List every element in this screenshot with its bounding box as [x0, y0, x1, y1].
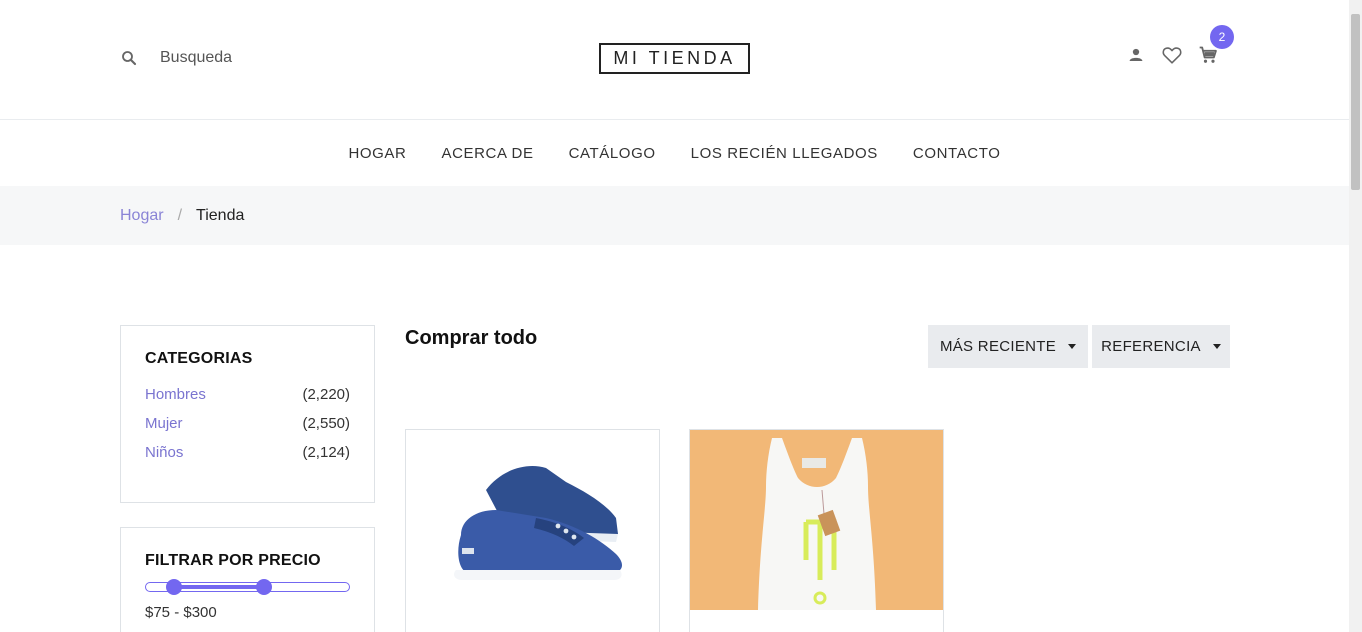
caret-down-icon — [1068, 344, 1077, 349]
nav-item-acerca-de[interactable]: ACERCA DE — [441, 145, 533, 162]
site-logo[interactable]: MI TIENDA — [599, 43, 750, 74]
user-icon[interactable] — [1125, 44, 1147, 66]
price-max-handle[interactable] — [255, 579, 272, 595]
page-title: Comprar todo — [405, 327, 538, 349]
page-scrollbar[interactable] — [1349, 0, 1362, 632]
cart-count-badge[interactable]: 2 — [1210, 25, 1234, 49]
category-link-hombres[interactable]: Hombres — [145, 386, 206, 403]
categories-panel: CATEGORIAS Hombres (2,220) Mujer (2,550)… — [120, 325, 375, 503]
product-card[interactable] — [689, 429, 944, 632]
sort-reference-dropdown[interactable]: REFERENCIA — [1092, 325, 1230, 368]
category-count: (2,550) — [302, 415, 350, 432]
category-count: (2,220) — [302, 386, 350, 403]
site-header: MI TIENDA 2 — [0, 0, 1349, 120]
category-count: (2,124) — [302, 444, 350, 461]
breadcrumb-separator: / — [177, 206, 183, 224]
nav-item-catalogo[interactable]: CATÁLOGO — [569, 145, 656, 162]
scrollbar-thumb[interactable] — [1351, 14, 1360, 190]
category-link-ninos[interactable]: Niños — [145, 444, 183, 461]
category-link-mujer[interactable]: Mujer — [145, 415, 183, 432]
price-range-slider[interactable] — [145, 579, 350, 595]
sort-recent-label: MÁS RECIENTE — [939, 338, 1057, 355]
category-row: Mujer (2,550) — [145, 415, 350, 432]
search-input[interactable] — [160, 49, 340, 67]
product-image-tank-top[interactable] — [690, 430, 943, 610]
product-card[interactable] — [405, 429, 660, 632]
nav-item-contacto[interactable]: CONTACTO — [913, 145, 1001, 162]
main-nav: HOGAR ACERCA DE CATÁLOGO LOS RECIÉN LLEG… — [0, 121, 1349, 185]
sort-recent-dropdown[interactable]: MÁS RECIENTE — [928, 325, 1088, 368]
caret-down-icon — [1212, 344, 1221, 349]
nav-item-recien-llegados[interactable]: LOS RECIÉN LLEGADOS — [691, 145, 878, 162]
nav-item-hogar[interactable]: HOGAR — [348, 145, 406, 162]
categories-title: CATEGORIAS — [145, 350, 253, 367]
price-range-text: $75 - $300 — [145, 604, 217, 621]
category-row: Hombres (2,220) — [145, 386, 350, 403]
category-row: Niños (2,124) — [145, 444, 350, 461]
search-bar — [120, 49, 340, 67]
heart-icon[interactable] — [1161, 44, 1183, 66]
breadcrumb-current: Tienda — [196, 206, 245, 224]
sort-reference-label: REFERENCIA — [1101, 338, 1201, 355]
search-icon[interactable] — [120, 49, 138, 67]
breadcrumb-home-link[interactable]: Hogar — [120, 207, 164, 225]
price-filter-panel: FILTRAR POR PRECIO $75 - $300 — [120, 527, 375, 632]
product-image-sneakers[interactable] — [406, 430, 659, 620]
header-actions — [1125, 44, 1219, 66]
price-min-handle[interactable] — [166, 579, 183, 595]
breadcrumb: Hogar / Tienda — [0, 186, 1349, 245]
price-range-fill — [174, 585, 264, 589]
price-filter-title: FILTRAR POR PRECIO — [145, 552, 321, 569]
